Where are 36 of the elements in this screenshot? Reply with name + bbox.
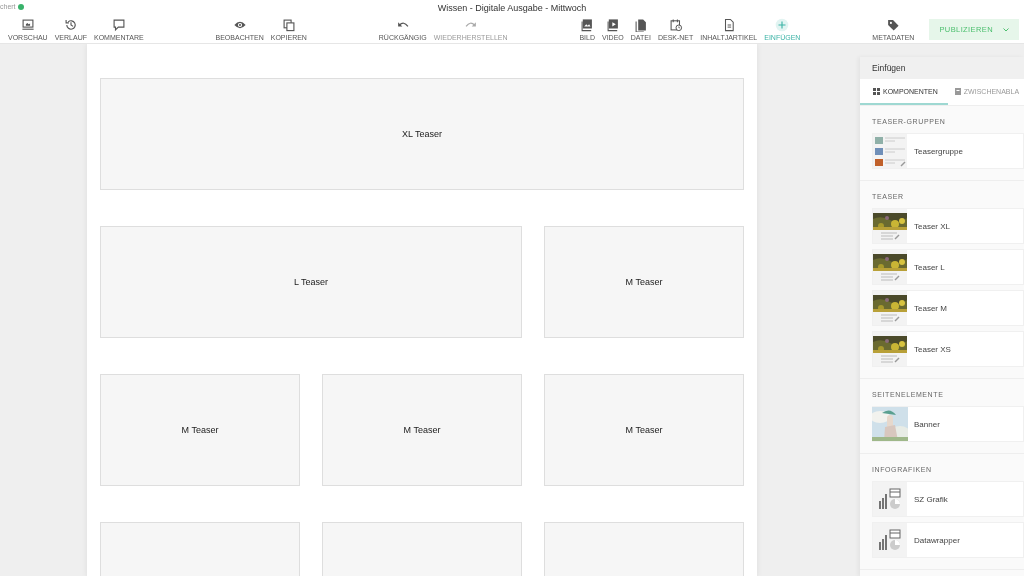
file-icon [633, 18, 648, 32]
component-item[interactable]: SZ Grafik [872, 481, 1024, 517]
chart-icon [878, 488, 902, 510]
text-lines-icon [879, 230, 901, 240]
video-icon [605, 18, 620, 32]
document-title: Wissen - Digitale Ausgabe - Mittwoch [437, 3, 587, 13]
teaser-group-thumbnail-drawing [873, 134, 907, 168]
teaser-placeholder[interactable]: L Teaser [100, 226, 522, 338]
component-item[interactable]: Teaser XL [872, 208, 1024, 244]
panel-title: Einfügen [872, 63, 906, 73]
chevron-down-icon [1003, 27, 1010, 32]
tag-icon [886, 18, 901, 32]
teaser-placeholder[interactable]: M Teaser [544, 374, 744, 486]
teaser-placeholder[interactable]: M Teaser [322, 374, 522, 486]
component-item[interactable]: Teaser M [872, 290, 1024, 326]
text-lines-icon [879, 353, 901, 363]
component-item[interactable]: Teasergruppe [872, 133, 1024, 169]
teaser-placeholder[interactable]: M Teaser [544, 226, 744, 338]
image-icon [580, 18, 595, 32]
copy-icon [281, 18, 296, 32]
comment-icon [111, 18, 126, 32]
text-lines-icon [879, 312, 901, 322]
text-lines-icon [879, 271, 901, 281]
component-item[interactable]: Teaser L [872, 249, 1024, 285]
clipboard-icon [954, 88, 961, 95]
component-item[interactable]: Datawrapper [872, 522, 1024, 558]
component-item[interactable]: Teaser XS [872, 331, 1024, 367]
grid-icon [873, 88, 880, 95]
component-item[interactable]: Banner [872, 406, 1024, 442]
plus-icon [775, 18, 790, 32]
calendar-icon [668, 18, 683, 32]
history-icon [63, 18, 78, 32]
teaser-placeholder[interactable]: XL Teaser [100, 78, 744, 190]
monitor-icon [20, 18, 35, 32]
teaser-placeholder[interactable]: M Teaser [100, 374, 300, 486]
chart-icon [878, 529, 902, 551]
